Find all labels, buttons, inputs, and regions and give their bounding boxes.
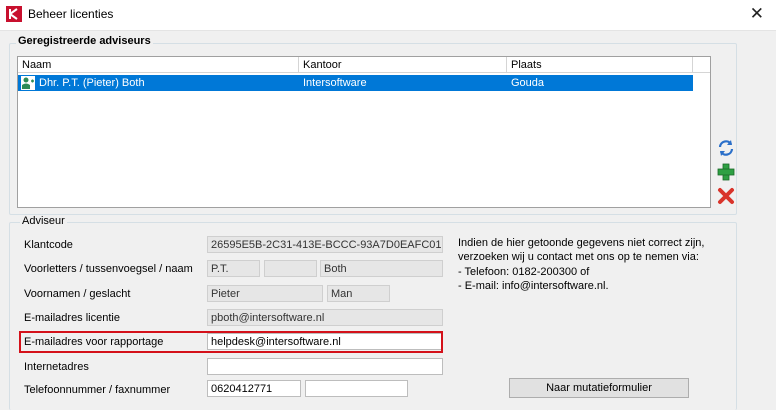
telefoon-label: Telefoonnummer / faxnummer [24,384,171,396]
delete-icon[interactable] [716,186,736,206]
voornamen-field: Pieter [207,285,323,302]
klantcode-field: 26595E5B-2C31-413E-BCCC-93A7D0EAFC01 [207,236,443,253]
row-naam: Dhr. P.T. (Pieter) Both [39,77,145,89]
app-logo-icon [6,6,22,22]
klantcode-label: Klantcode [24,239,73,251]
highlight-box [19,331,443,353]
list-header: Naam Kantoor Plaats [18,57,710,74]
row-plaats: Gouda [511,77,545,89]
voorletters-label: Voorletters / tussenvoegsel / naam [24,263,193,275]
title-bar: Beheer licenties ✕ [0,0,776,31]
telefoon-input[interactable]: 0620412771 [207,380,301,397]
achternaam-field: Both [320,260,443,277]
email-licentie-field: pboth@intersoftware.nl [207,309,443,326]
email-licentie-label: E-mailadres licentie [24,312,120,324]
person-icon [21,76,35,90]
window-title: Beheer licenties [28,7,114,21]
info-line: verzoeken wij u contact met ons op te ne… [458,251,699,264]
internetadres-input[interactable] [207,358,443,375]
advisor-group-label: Adviseur [20,215,67,227]
table-row[interactable]: Dhr. P.T. (Pieter) Both Intersoftware Go… [18,75,693,91]
info-line: - Telefoon: 0182-200300 of [458,265,590,278]
faxnummer-input[interactable] [305,380,408,397]
column-header-filler [693,57,710,73]
column-header-naam[interactable]: Naam [18,57,299,73]
geslacht-field: Man [327,285,390,302]
contact-info: Indien de hier getoonde gegevens niet co… [458,236,738,294]
close-icon[interactable]: ✕ [750,4,764,24]
registered-advisors-label: Geregistreerde adviseurs [16,35,153,47]
column-header-kantoor[interactable]: Kantoor [299,57,507,73]
row-kantoor: Intersoftware [303,77,367,89]
column-header-plaats[interactable]: Plaats [507,57,693,73]
info-line: - E-mail: info@intersoftware.nl. [458,280,609,293]
mutation-form-button[interactable]: Naar mutatieformulier [509,378,689,398]
add-icon[interactable] [716,162,736,182]
advisors-list[interactable]: Naam Kantoor Plaats Dhr. P.T. (Pieter) B… [17,56,711,208]
voornamen-label: Voornamen / geslacht [24,288,131,300]
voorletters-field: P.T. [207,260,260,277]
tussenvoegsel-field [264,260,317,277]
info-line: Indien de hier getoonde gegevens niet co… [458,237,705,249]
refresh-icon[interactable] [716,138,736,158]
internetadres-label: Internetadres [24,361,89,373]
